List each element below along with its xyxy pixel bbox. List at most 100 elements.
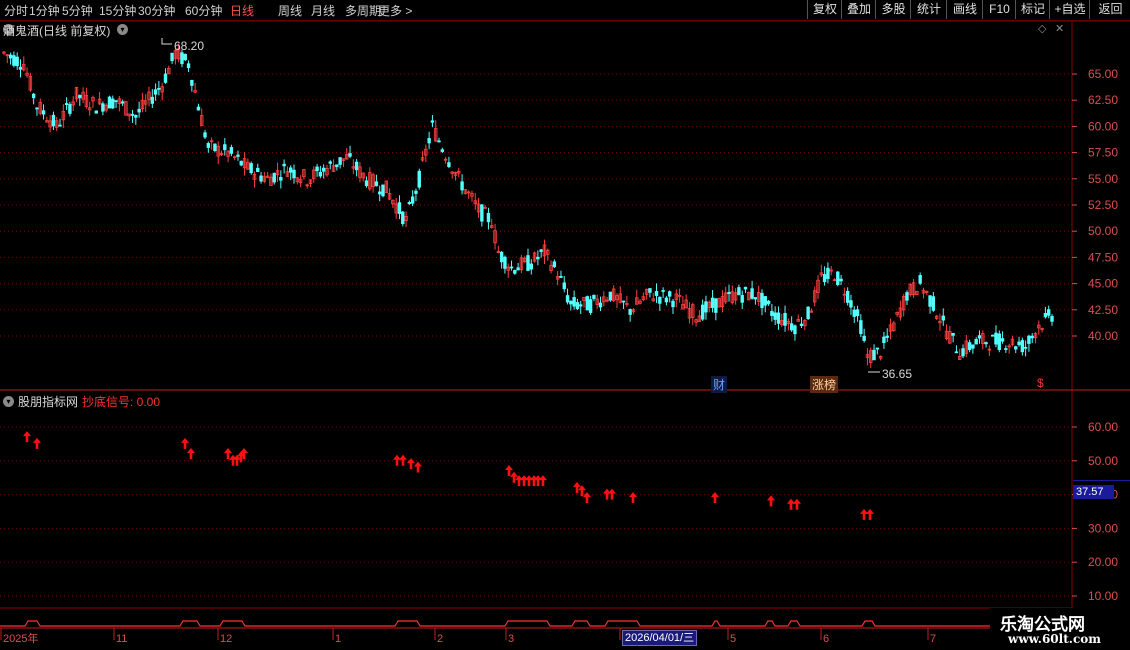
price-tick-label: 60.00	[1088, 119, 1118, 133]
candle-body	[905, 292, 909, 301]
candle-body	[203, 132, 207, 138]
candle-body	[414, 190, 418, 194]
candle-body	[417, 170, 421, 188]
candle-body	[872, 349, 876, 361]
candle-body	[377, 191, 382, 195]
candle-body	[773, 312, 777, 320]
candle-body	[885, 335, 889, 338]
candle-body	[503, 256, 507, 269]
candle-body	[94, 110, 98, 114]
buy-signal-arrow	[505, 464, 513, 476]
candle-body	[776, 312, 781, 324]
candle-body	[223, 144, 227, 151]
candle-body	[661, 290, 665, 292]
finance-tag[interactable]: 财	[711, 376, 728, 393]
candle-body	[1030, 335, 1034, 339]
low-price-marker: 36.65	[882, 367, 913, 381]
candle-body	[753, 297, 758, 300]
candle-body	[967, 342, 972, 351]
candle-body	[68, 104, 72, 114]
candle-body	[239, 160, 243, 166]
chart-canvas[interactable]: 65.00 62.50 60.00 57.50 55.00 52.50 50.00 47.50…	[0, 0, 1130, 650]
candle-body	[499, 251, 504, 263]
candle-body	[1043, 313, 1048, 318]
candle-body	[430, 120, 435, 123]
candle-body	[190, 79, 194, 86]
candle-body	[760, 292, 764, 309]
candle-body	[206, 143, 211, 148]
buy-signal-arrow	[33, 437, 41, 449]
close-icon[interactable]: ✕	[1055, 22, 1064, 35]
candle-body	[1050, 316, 1054, 322]
candle-body	[997, 333, 1001, 350]
candle-body	[727, 291, 731, 294]
candle-body	[1014, 346, 1018, 350]
candle-body	[592, 294, 596, 299]
candle-body	[783, 313, 787, 326]
top-gainers-tag[interactable]: 涨榜	[810, 376, 839, 393]
date-label: 11	[116, 633, 127, 645]
buy-signal-arrow	[583, 491, 591, 503]
candle-body	[480, 204, 484, 222]
candle-body	[64, 103, 69, 106]
candle-body	[529, 263, 533, 270]
diamond-icon[interactable]: ◇	[1038, 22, 1046, 35]
buy-signal-arrow	[181, 437, 189, 449]
candle-body	[486, 212, 491, 223]
date-label: 2025年	[3, 631, 38, 645]
candle-body	[163, 73, 168, 83]
buy-signal-arrow	[23, 431, 31, 443]
candle-body	[513, 270, 517, 274]
stock-title: 酒鬼酒(日线 前复权)	[3, 24, 111, 38]
watermark: 乐淘公式网 www.60lt.com	[990, 608, 1130, 650]
candle-body	[354, 161, 359, 171]
candle-body	[789, 323, 794, 331]
candle-body	[855, 309, 860, 317]
candle-body	[700, 304, 705, 320]
cursor-date-readout: 2026/04/01/三	[622, 630, 698, 646]
price-tick-label: 47.50	[1088, 250, 1118, 264]
candle-body	[585, 296, 590, 311]
candle-body	[8, 54, 13, 59]
candle-body	[971, 344, 975, 349]
candle-body	[598, 302, 603, 308]
candle-body	[318, 172, 323, 177]
candle-body	[539, 249, 543, 252]
candle-body	[328, 161, 332, 164]
candle-body	[180, 52, 184, 65]
candle-body	[845, 290, 850, 303]
candle-body	[256, 167, 260, 173]
buy-signal-arrow	[573, 481, 581, 493]
candle-body	[628, 309, 632, 315]
price-tick-label: 55.00	[1088, 172, 1118, 186]
candle-body	[437, 140, 441, 143]
candle-body	[931, 296, 936, 311]
candle-body	[315, 166, 319, 172]
candle-body	[374, 181, 379, 187]
title-dropdown-icon[interactable]: ▾	[117, 24, 128, 35]
candle-body	[799, 323, 804, 327]
buy-signal-arrow	[767, 495, 775, 507]
buy-signal-arrow	[515, 475, 523, 487]
candle-body	[447, 162, 451, 167]
indicator-title: 股朋指标网	[18, 395, 79, 409]
candle-body	[536, 256, 540, 260]
buy-signal-arrow	[393, 454, 401, 466]
candle-body	[559, 276, 563, 278]
dollar-tag[interactable]: $	[1037, 376, 1044, 390]
indicator-tick-label: 60.00	[1088, 420, 1118, 434]
candle-body	[961, 348, 965, 357]
candle-body	[839, 278, 843, 282]
indicator-tick-label: 50.00	[1088, 454, 1118, 468]
candle-body	[766, 300, 771, 305]
candle-body	[859, 320, 863, 335]
candle-body	[750, 288, 754, 299]
price-tick-label: 50.00	[1088, 224, 1118, 238]
buy-signal-arrow	[608, 488, 616, 500]
candle-body	[1004, 348, 1008, 350]
candle-body	[272, 172, 276, 183]
indicator-collapse-icon[interactable]: ▾	[3, 396, 14, 407]
candle-body	[822, 274, 827, 283]
candle-body	[229, 147, 234, 154]
buy-signal-arrow	[510, 471, 518, 483]
